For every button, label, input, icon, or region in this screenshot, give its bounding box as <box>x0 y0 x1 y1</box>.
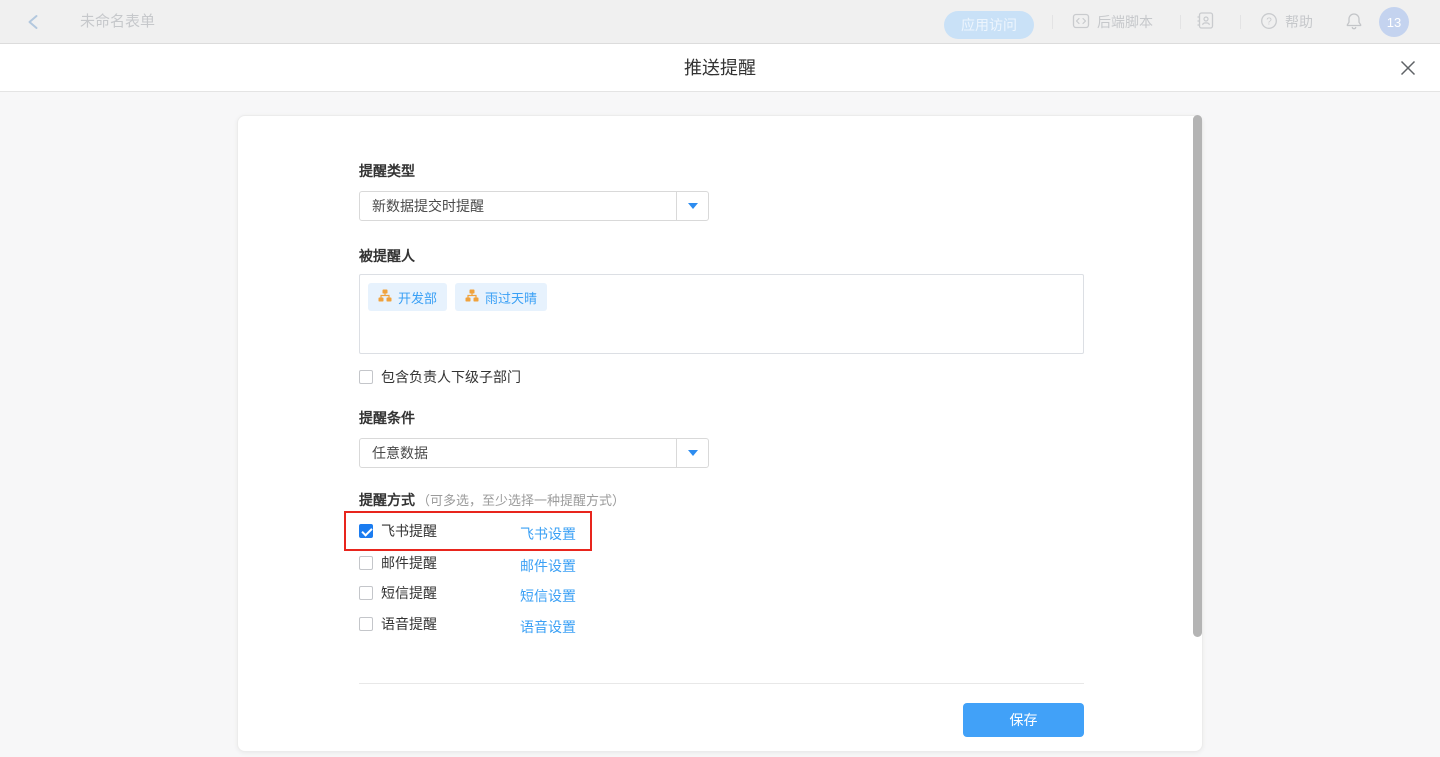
save-button[interactable]: 保存 <box>963 703 1084 737</box>
divider <box>1052 15 1053 29</box>
org-chart-icon <box>465 289 479 306</box>
reminder-condition-select[interactable]: 任意数据 <box>359 438 709 468</box>
reminder-type-select[interactable]: 新数据提交时提醒 <box>359 191 709 221</box>
voice-label: 语音提醒 <box>381 614 437 634</box>
feishu-settings-link[interactable]: 飞书设置 <box>520 524 576 544</box>
member-tag-name: 开发部 <box>398 288 437 307</box>
feishu-label: 飞书提醒 <box>381 521 437 541</box>
org-chart-icon <box>378 289 392 306</box>
reminder-methods-label: 提醒方式 <box>359 490 415 510</box>
back-icon[interactable] <box>24 12 44 32</box>
method-row-email: 邮件提醒 <box>359 553 437 573</box>
help-label: 帮助 <box>1285 12 1313 32</box>
method-row-sms: 短信提醒 <box>359 583 437 603</box>
member-tag-name: 雨过天晴 <box>485 288 537 307</box>
app-access-button[interactable]: 应用访问 <box>944 11 1034 39</box>
topbar: 未命名表单 应用访问 后端脚本 ? 帮助 13 <box>0 0 1440 44</box>
feishu-checkbox[interactable] <box>359 524 373 538</box>
reminder-type-label: 提醒类型 <box>359 161 415 181</box>
email-settings-link[interactable]: 邮件设置 <box>520 556 576 576</box>
reminder-condition-value: 任意数据 <box>372 439 428 467</box>
notified-people-label: 被提醒人 <box>359 246 415 266</box>
divider <box>1180 15 1181 29</box>
modal-title: 推送提醒 <box>0 44 1440 92</box>
divider <box>359 683 1084 684</box>
backend-script-button[interactable]: 后端脚本 <box>1072 0 1153 44</box>
backend-script-label: 后端脚本 <box>1097 12 1153 32</box>
reminder-settings-card: 提醒类型 新数据提交时提醒 被提醒人 开发部 雨过天晴 包含负责人下级子部门 提… <box>237 115 1203 752</box>
divider <box>1240 15 1241 29</box>
bell-icon <box>1344 11 1364 34</box>
method-row-feishu: 飞书提醒 <box>359 521 437 541</box>
chevron-down-icon[interactable] <box>676 192 708 220</box>
include-sub-depts-checkbox[interactable] <box>359 370 373 384</box>
member-tag[interactable]: 雨过天晴 <box>455 283 547 311</box>
notified-people-input[interactable]: 开发部 雨过天晴 <box>359 274 1084 354</box>
email-checkbox[interactable] <box>359 556 373 570</box>
modal-header: 推送提醒 <box>0 44 1440 92</box>
notifications-button[interactable] <box>1344 0 1364 44</box>
chevron-down-icon[interactable] <box>676 439 708 467</box>
reminder-methods-header: 提醒方式 （可多选，至少选择一种提醒方式） <box>359 490 625 510</box>
voice-checkbox[interactable] <box>359 617 373 631</box>
sms-settings-link[interactable]: 短信设置 <box>520 586 576 606</box>
sms-checkbox[interactable] <box>359 586 373 600</box>
help-button[interactable]: ? 帮助 <box>1260 0 1313 44</box>
reminder-type-value: 新数据提交时提醒 <box>372 192 484 220</box>
reminder-condition-label: 提醒条件 <box>359 408 415 428</box>
include-sub-depts-label: 包含负责人下级子部门 <box>381 367 521 387</box>
code-icon <box>1072 12 1090 33</box>
email-label: 邮件提醒 <box>381 553 437 573</box>
form-title[interactable]: 未命名表单 <box>80 0 155 44</box>
voice-settings-link[interactable]: 语音设置 <box>520 617 576 637</box>
close-icon[interactable] <box>1398 58 1418 78</box>
include-sub-depts-row: 包含负责人下级子部门 <box>359 367 521 387</box>
contacts-button[interactable] <box>1196 0 1215 44</box>
scrollbar-thumb[interactable] <box>1193 115 1202 637</box>
svg-text:?: ? <box>1266 16 1272 27</box>
reminder-methods-note: （可多选，至少选择一种提醒方式） <box>417 490 625 509</box>
member-tag[interactable]: 开发部 <box>368 283 447 311</box>
sms-label: 短信提醒 <box>381 583 437 603</box>
question-circle-icon: ? <box>1260 12 1278 33</box>
address-book-icon <box>1196 11 1215 33</box>
method-row-voice: 语音提醒 <box>359 614 437 634</box>
avatar[interactable]: 13 <box>1379 7 1409 37</box>
